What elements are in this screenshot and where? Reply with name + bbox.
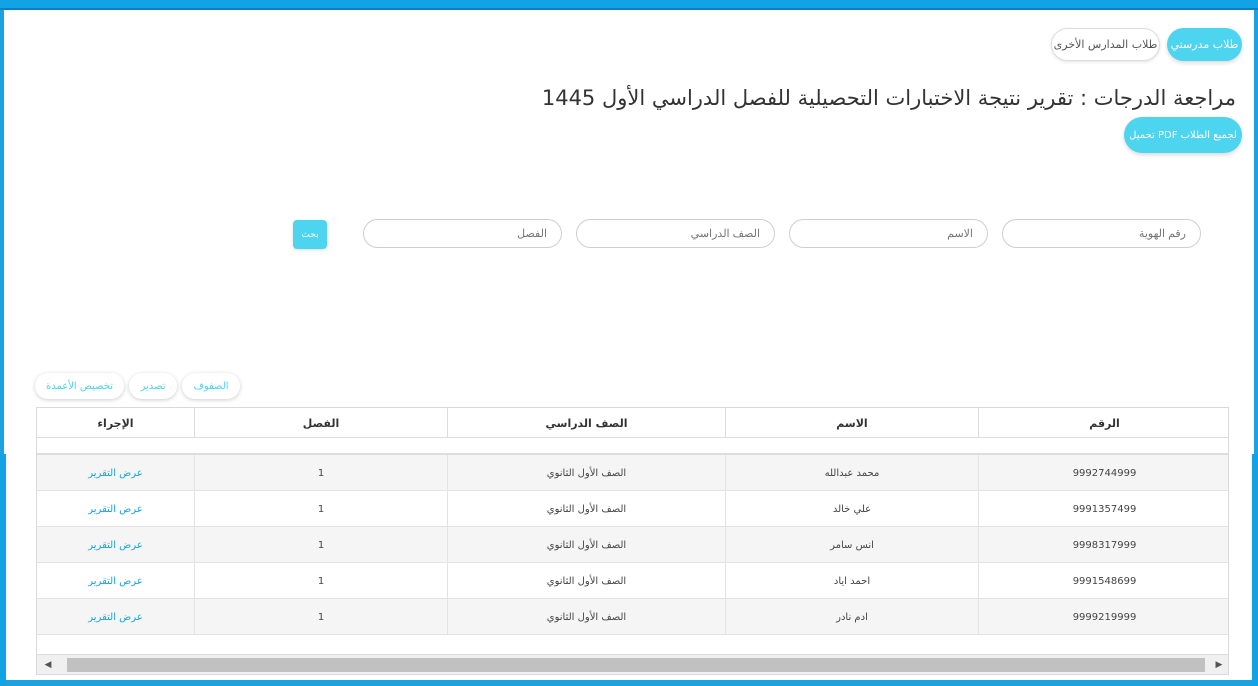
scrollbar-thumb[interactable]: [67, 658, 1205, 672]
tab-other-students[interactable]: طلاب المدارس الأخرى: [1051, 28, 1160, 61]
cell-class: 1: [194, 527, 447, 563]
cell-id: 9991357499: [978, 491, 1228, 527]
national-id-input[interactable]: [1002, 219, 1201, 248]
download-pdf-button[interactable]: تحميل PDF لجميع الطلاب: [1124, 117, 1242, 153]
view-report-link[interactable]: عرض التقرير: [37, 563, 194, 599]
table-header: الرقم الاسم الصف الدراسي الفصل الإجراء: [37, 408, 1228, 438]
header-id[interactable]: الرقم: [978, 408, 1228, 438]
rows-button[interactable]: الصفوف: [182, 373, 240, 399]
cell-grade: الصف الأول الثانوي: [447, 527, 725, 563]
cell-name: علي خالد: [725, 491, 978, 527]
search-button[interactable]: بحث: [293, 220, 327, 249]
table-row: 9991548699 احمد اياد الصف الأول الثانوي …: [37, 563, 1228, 599]
horizontal-scrollbar[interactable]: ◀ ▶: [37, 654, 1228, 674]
left-edge: [0, 454, 6, 686]
cell-name: انس سامر: [725, 527, 978, 563]
view-report-link[interactable]: عرض التقرير: [37, 527, 194, 563]
view-report-link[interactable]: عرض التقرير: [37, 455, 194, 491]
cell-class: 1: [194, 563, 447, 599]
table-row: 9992744999 محمد عبدالله الصف الأول الثان…: [37, 455, 1228, 491]
class-input[interactable]: [363, 219, 562, 248]
name-input[interactable]: [789, 219, 988, 248]
filter-row: [37, 438, 1228, 455]
table-row: 9999219999 ادم نادر الصف الأول الثانوي 1…: [37, 599, 1228, 635]
right-edge: [1252, 454, 1258, 686]
cell-name: محمد عبدالله: [725, 455, 978, 491]
cell-class: 1: [194, 455, 447, 491]
grade-input[interactable]: [576, 219, 775, 248]
cell-grade: الصف الأول الثانوي: [447, 563, 725, 599]
cell-id: 9998317999: [978, 527, 1228, 563]
scroll-right-icon[interactable]: ▶: [1212, 658, 1226, 672]
cell-class: 1: [194, 599, 447, 635]
header-name[interactable]: الاسم: [725, 408, 978, 438]
cell-class: 1: [194, 491, 447, 527]
cell-grade: الصف الأول الثانوي: [447, 599, 725, 635]
cell-name: احمد اياد: [725, 563, 978, 599]
header-grade[interactable]: الصف الدراسي: [447, 408, 725, 438]
view-report-link[interactable]: عرض التقرير: [37, 491, 194, 527]
customize-columns-button[interactable]: تخصيص الأعمدة: [35, 373, 124, 399]
cell-id: 9999219999: [978, 599, 1228, 635]
view-report-link[interactable]: عرض التقرير: [37, 599, 194, 635]
cell-id: 9991548699: [978, 563, 1228, 599]
table-row: 9991357499 علي خالد الصف الأول الثانوي 1…: [37, 491, 1228, 527]
tab-my-students[interactable]: طلاب مدرستي: [1167, 28, 1242, 61]
cell-id: 9992744999: [978, 455, 1228, 491]
top-strip: [0, 0, 1258, 10]
page-title: مراجعة الدرجات : تقرير نتيجة الاختبارات …: [541, 86, 1236, 110]
table-row: 9998317999 انس سامر الصف الأول الثانوي 1…: [37, 527, 1228, 563]
cell-name: ادم نادر: [725, 599, 978, 635]
export-button[interactable]: تصدير: [129, 373, 177, 399]
scroll-left-icon[interactable]: ◀: [41, 658, 55, 672]
header-action: الإجراء: [97, 416, 134, 430]
cell-grade: الصف الأول الثانوي: [447, 491, 725, 527]
header-class[interactable]: الفصل: [194, 408, 447, 438]
cell-grade: الصف الأول الثانوي: [447, 455, 725, 491]
students-table: الرقم الاسم الصف الدراسي الفصل الإجراء 9…: [36, 407, 1229, 675]
